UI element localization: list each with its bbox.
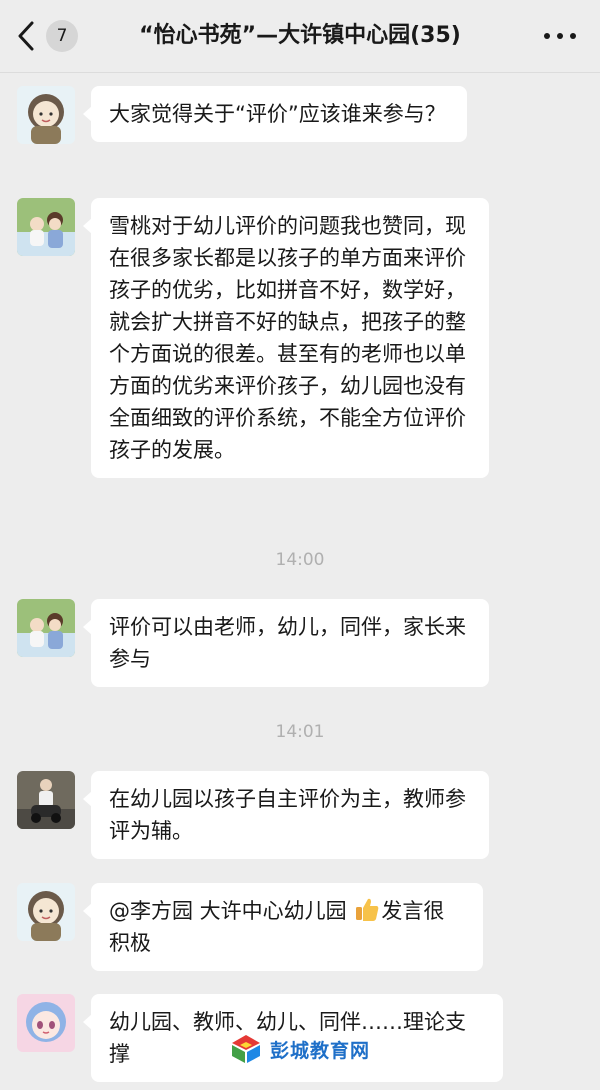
unread-count-badge: 7 bbox=[46, 20, 78, 52]
chevron-left-icon bbox=[18, 21, 34, 51]
message-text: 在幼儿园以孩子自主评价为主，教师参评为辅。 bbox=[109, 787, 466, 843]
more-dot-icon bbox=[570, 33, 576, 39]
back-button[interactable]: 7 bbox=[14, 16, 78, 56]
more-dot-icon bbox=[544, 33, 550, 39]
avatar-child-on-toy-car[interactable] bbox=[17, 771, 75, 829]
timestamp: 14:00 bbox=[275, 550, 325, 570]
watermark: 彭城教育网 bbox=[228, 1033, 370, 1065]
message-bubble[interactable]: @李方园 大许中心幼儿园 发言很积极 bbox=[83, 883, 483, 971]
avatar-two-children[interactable] bbox=[17, 599, 75, 657]
message-bubble[interactable]: 评价可以由老师，幼儿，同伴，家长来参与 bbox=[83, 599, 489, 687]
timestamp: 14:01 bbox=[275, 722, 325, 742]
avatar-cartoon-girl[interactable] bbox=[17, 86, 75, 144]
message-bubble[interactable]: 大家觉得关于“评价”应该谁来参与？ bbox=[83, 86, 467, 142]
chat-header: 7 “怡心书苑”—大许镇中心园(35) bbox=[0, 0, 600, 73]
message-bubble[interactable]: 在幼儿园以孩子自主评价为主，教师参评为辅。 bbox=[83, 771, 489, 859]
message-text-mention: @李方园 大许中心幼儿园 bbox=[109, 899, 354, 923]
avatar-cartoon-girl[interactable] bbox=[17, 883, 75, 941]
avatar-two-children[interactable] bbox=[17, 198, 75, 256]
message-text: 雪桃对于幼儿评价的问题我也赞同，现在很多家长都是以孩子的单方面来评价孩子的优劣，… bbox=[109, 214, 466, 462]
message-bubble[interactable]: 雪桃对于幼儿评价的问题我也赞同，现在很多家长都是以孩子的单方面来评价孩子的优劣，… bbox=[83, 198, 489, 478]
message-text: 大家觉得关于“评价”应该谁来参与？ bbox=[109, 102, 446, 126]
book-logo-icon bbox=[232, 1035, 260, 1063]
watermark-text: 彭城教育网 bbox=[270, 1039, 371, 1062]
thumbs-up-icon bbox=[356, 898, 379, 921]
chat-title: “怡心书苑”—大许镇中心园(35) bbox=[139, 23, 461, 48]
more-dot-icon bbox=[557, 33, 563, 39]
more-options-button[interactable] bbox=[544, 22, 576, 50]
avatar-anime-girl[interactable] bbox=[17, 994, 75, 1052]
message-text: 评价可以由老师，幼儿，同伴，家长来参与 bbox=[109, 615, 466, 671]
